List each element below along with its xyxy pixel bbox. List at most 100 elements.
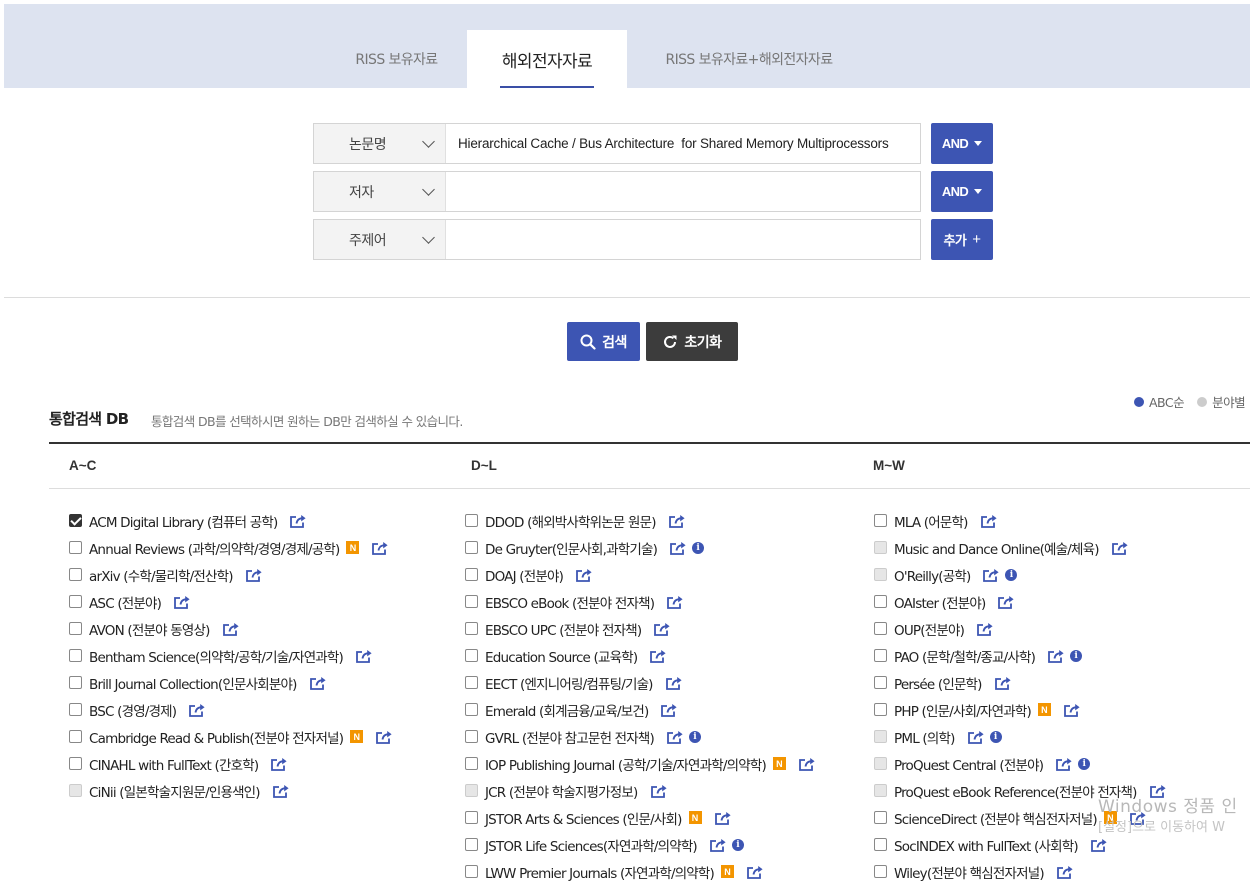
external-link-icon[interactable] [245, 568, 262, 582]
info-icon[interactable]: i [1070, 649, 1083, 662]
db-checkbox[interactable] [69, 595, 82, 608]
external-link-icon[interactable] [270, 757, 287, 771]
external-link-icon[interactable] [1047, 649, 1064, 663]
db-name-label[interactable]: De Gruyter(인문사회,과학기술) [485, 538, 658, 558]
db-checkbox[interactable] [874, 649, 887, 662]
db-name-label[interactable]: ASC (전분야) [89, 592, 162, 612]
db-list-item[interactable]: ASC (전분야) [69, 588, 392, 615]
db-name-label[interactable]: DOAJ (전분야) [485, 565, 564, 585]
db-list-item[interactable]: Persée (인문학) [874, 669, 1166, 696]
db-list-item[interactable]: Music and Dance Online(예술/체육) [874, 534, 1166, 561]
db-list-item[interactable]: Brill Journal Collection(인문사회분야) [69, 669, 392, 696]
db-checkbox[interactable] [465, 757, 478, 770]
db-name-label[interactable]: Cambridge Read & Publish(전분야 전자저널) [89, 727, 344, 747]
db-name-label[interactable]: ScienceDirect (전분야 핵심전자저널) [894, 808, 1098, 828]
db-checkbox[interactable] [874, 595, 887, 608]
external-link-icon[interactable] [798, 757, 815, 771]
db-list-item[interactable]: DDOD (해외박사학위논문 원문) [465, 507, 815, 534]
db-checkbox[interactable] [69, 757, 82, 770]
sort-field-label[interactable]: 분야별 [1212, 392, 1246, 411]
external-link-icon[interactable] [649, 649, 666, 663]
reset-button[interactable]: 초기화 [646, 322, 738, 361]
operator-select-1[interactable]: AND [931, 123, 993, 164]
db-list-item[interactable]: Wiley(전분야 핵심전자저널) [874, 858, 1166, 884]
db-list-item[interactable]: Bentham Science(의약학/공학/기술/자연과학) [69, 642, 392, 669]
db-list-item[interactable]: O'Reilly(공학) i [874, 561, 1166, 588]
db-checkbox[interactable] [874, 622, 887, 635]
db-checkbox[interactable] [69, 676, 82, 689]
db-list-item[interactable]: LWW Premier Journals (자연과학/의약학) N [465, 858, 815, 884]
db-name-label[interactable]: PML (의학) [894, 727, 955, 747]
external-link-icon[interactable] [746, 865, 763, 879]
db-checkbox[interactable] [465, 730, 478, 743]
search-button[interactable]: 검색 [567, 322, 640, 361]
db-list-item[interactable]: JSTOR Arts & Sciences (인문/사회) N [465, 804, 815, 831]
db-name-label[interactable]: IOP Publishing Journal (공학/기술/자연과학/의약학) [485, 754, 767, 774]
info-icon[interactable]: i [692, 541, 705, 554]
db-checkbox[interactable] [69, 622, 82, 635]
db-checkbox[interactable] [69, 541, 82, 554]
db-checkbox[interactable] [874, 811, 887, 824]
db-checkbox[interactable] [465, 541, 478, 554]
db-name-label[interactable]: Education Source (교육학) [485, 646, 638, 666]
external-link-icon[interactable] [1090, 838, 1107, 852]
external-link-icon[interactable] [653, 622, 670, 636]
db-checkbox[interactable] [465, 811, 478, 824]
db-list-item[interactable]: Emerald (회계금융/교육/보건) [465, 696, 815, 723]
add-row-button[interactable]: 추가 + [931, 219, 993, 260]
db-list-item[interactable]: PAO (문학/철학/종교/사학) i [874, 642, 1166, 669]
db-checkbox[interactable] [69, 649, 82, 662]
external-link-icon[interactable] [309, 676, 326, 690]
db-name-label[interactable]: ProQuest Central (전분야) [894, 754, 1044, 774]
external-link-icon[interactable] [980, 514, 997, 528]
db-name-label[interactable]: JSTOR Arts & Sciences (인문/사회) [485, 808, 682, 828]
external-link-icon[interactable] [355, 649, 372, 663]
keyword-query-input[interactable] [446, 220, 920, 259]
db-name-label[interactable]: MLA (어문학) [894, 511, 968, 531]
db-list-item[interactable]: OUP(전분야) [874, 615, 1166, 642]
db-name-label[interactable]: CiNii (일본학술지원문/인용색인) [89, 781, 261, 801]
db-list-item[interactable]: EBSCO eBook (전분야 전자책) [465, 588, 815, 615]
db-checkbox[interactable] [465, 568, 478, 581]
external-link-icon[interactable] [1056, 865, 1073, 879]
db-list-item[interactable]: De Gruyter(인문사회,과학기술) i [465, 534, 815, 561]
db-name-label[interactable]: JCR (전분야 학술지평가정보) [485, 781, 638, 801]
info-icon[interactable]: i [1078, 757, 1091, 770]
db-name-label[interactable]: arXiv (수학/물리학/전산학) [89, 565, 234, 585]
external-link-icon[interactable] [666, 730, 683, 744]
db-checkbox[interactable] [465, 865, 478, 878]
db-name-label[interactable]: EBSCO eBook (전분야 전자책) [485, 592, 655, 612]
sort-abc-label[interactable]: ABC순 [1149, 392, 1185, 411]
external-link-icon[interactable] [709, 838, 726, 852]
db-checkbox[interactable] [465, 676, 478, 689]
external-link-icon[interactable] [982, 568, 1000, 582]
db-name-label[interactable]: DDOD (해외박사학위논문 원문) [485, 511, 657, 531]
db-name-label[interactable]: SocINDEX with FullText (사회학) [894, 835, 1079, 855]
db-checkbox[interactable] [874, 703, 887, 716]
db-checkbox[interactable] [874, 514, 887, 527]
db-list-item[interactable]: CiNii (일본학술지원문/인용색인) [69, 777, 392, 804]
db-list-item[interactable]: CINAHL with FullText (간호학) [69, 750, 392, 777]
db-checkbox[interactable] [69, 568, 82, 581]
db-name-label[interactable]: Wiley(전분야 핵심전자저널) [894, 862, 1045, 882]
db-checkbox[interactable] [69, 514, 82, 527]
external-link-icon[interactable] [188, 703, 205, 717]
db-name-label[interactable]: O'Reilly(공학) [894, 565, 971, 585]
external-link-icon[interactable] [371, 541, 389, 555]
db-list-item[interactable]: MLA (어문학) [874, 507, 1166, 534]
db-list-item[interactable]: OAIster (전분야) [874, 588, 1166, 615]
external-link-icon[interactable] [714, 811, 731, 825]
db-list-item[interactable]: ProQuest Central (전분야) i [874, 750, 1166, 777]
db-checkbox[interactable] [874, 676, 887, 689]
db-list-item[interactable]: GVRL (전분야 참고문헌 전자책) i [465, 723, 815, 750]
db-name-label[interactable]: Brill Journal Collection(인문사회분야) [89, 673, 297, 693]
db-name-label[interactable]: CINAHL with FullText (간호학) [89, 754, 259, 774]
tab-foreign-electronic[interactable]: 해외전자자료 [467, 30, 627, 88]
db-list-item[interactable]: EECT (엔지니어링/컴퓨팅/기술) [465, 669, 815, 696]
db-checkbox[interactable] [874, 865, 887, 878]
external-link-icon[interactable] [1063, 703, 1080, 717]
external-link-icon[interactable] [650, 784, 667, 798]
db-checkbox[interactable] [465, 649, 478, 662]
db-list-item[interactable]: AVON (전분야 동영상) [69, 615, 392, 642]
db-list-item[interactable]: PHP (인문/사회/자연과학) N [874, 696, 1166, 723]
